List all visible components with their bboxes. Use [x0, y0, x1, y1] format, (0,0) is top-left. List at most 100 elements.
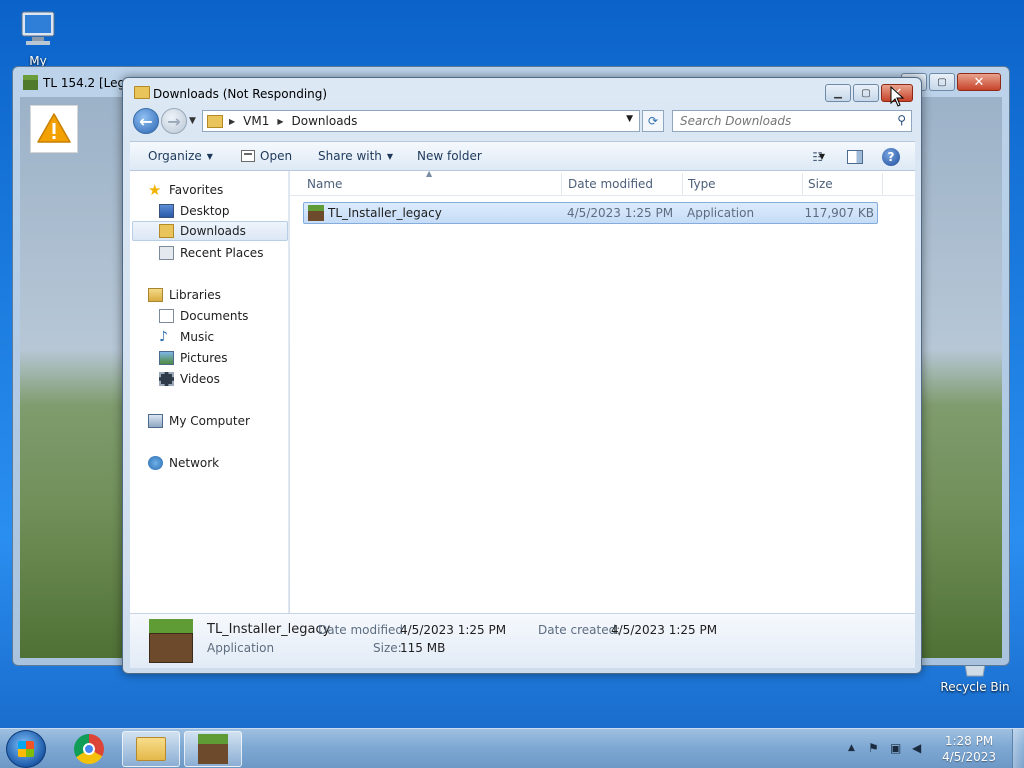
nav-recent-places[interactable]: Recent Places [159, 243, 263, 263]
file-date-modified: 4/5/2023 1:25 PM [567, 206, 674, 220]
title-bar[interactable]: Downloads (Not Responding) ▁ ▢ ✕ [123, 78, 921, 108]
action-center-icon[interactable]: ⚑ [868, 741, 879, 755]
details-file-name: TL_Installer_legacy [207, 622, 331, 637]
details-date-created: 4/5/2023 1:25 PM [611, 623, 718, 637]
nav-pictures[interactable]: Pictures [159, 348, 228, 368]
volume-muted-icon[interactable]: ◀ [912, 741, 921, 755]
show-hidden-icons-icon[interactable]: ▲ [848, 743, 855, 753]
minecraft-grass-icon [308, 205, 324, 221]
open-button[interactable]: Open [241, 149, 292, 163]
column-headers: ▲ Name Date modified Type Size [290, 169, 915, 196]
back-button[interactable]: ← [133, 108, 159, 134]
column-header-date-modified[interactable]: Date modified [568, 177, 653, 191]
minecraft-grass-icon [149, 619, 193, 663]
new-folder-label: New folder [417, 149, 482, 163]
column-divider[interactable] [561, 173, 562, 195]
nav-favorites[interactable]: ★ Favorites [148, 180, 223, 200]
system-tray: ▲ ⚑ ▣ ◀ 1:28 PM 4/5/2023 [834, 729, 1024, 768]
maximize-button[interactable]: ▢ [853, 84, 879, 102]
nav-videos[interactable]: Videos [159, 369, 220, 389]
desktop-icon [159, 204, 174, 218]
chevron-down-icon[interactable]: ▼ [819, 152, 825, 161]
share-with-button[interactable]: Share with ▼ [318, 149, 393, 163]
open-icon [241, 150, 255, 162]
nav-label: Documents [180, 309, 249, 323]
column-header-name[interactable]: Name [307, 177, 342, 191]
search-box[interactable]: ⚲ [672, 110, 912, 132]
desktop-icon-my-computer[interactable]: My Computer [0, 8, 76, 68]
nav-label: Recent Places [180, 246, 264, 260]
recent-places-icon [159, 246, 174, 260]
details-date-modified: 4/5/2023 1:25 PM [400, 623, 507, 637]
nav-label: Downloads [180, 224, 246, 238]
details-date-modified-label: Date modified: [318, 623, 408, 637]
minecraft-grass-icon [23, 75, 38, 90]
column-divider[interactable] [802, 173, 803, 195]
refresh-button[interactable]: ⟳ [642, 110, 664, 132]
address-bar[interactable]: ▶ VM1 ▶ Downloads ▼ [202, 110, 640, 132]
file-size: 117,907 KB [804, 206, 874, 220]
taskbar-app-tl[interactable] [184, 731, 242, 767]
downloads-folder-icon [159, 224, 174, 238]
details-size: 115 MB [400, 641, 446, 655]
chevron-down-icon: ▼ [386, 151, 394, 161]
organize-button[interactable]: Organize ▼ [148, 149, 213, 163]
new-folder-button[interactable]: New folder [417, 149, 482, 163]
clock-time: 1:28 PM [944, 734, 994, 748]
show-desktop-button[interactable] [1012, 729, 1024, 768]
close-button[interactable]: ✕ [957, 73, 1001, 91]
explorer-window[interactable]: Downloads (Not Responding) ▁ ▢ ✕ ← → ▼ ▶… [122, 77, 922, 674]
column-header-type[interactable]: Type [688, 177, 716, 191]
warning-icon [30, 105, 78, 153]
nav-libraries[interactable]: Libraries [148, 285, 221, 305]
nav-network[interactable]: Network [148, 453, 219, 473]
minecraft-grass-icon [198, 734, 228, 764]
libraries-icon [148, 288, 163, 302]
search-input[interactable] [673, 111, 883, 131]
start-button[interactable] [6, 730, 46, 768]
column-header-size[interactable]: Size [808, 177, 833, 191]
navigation-pane: ★ Favorites Desktop Downloads Recent Plac… [130, 171, 289, 613]
command-bar: Organize ▼ Open Share with ▼ New folder ☷ … [130, 141, 915, 171]
windows-logo-icon [18, 741, 34, 757]
nav-desktop[interactable]: Desktop [159, 201, 230, 221]
breadcrumb-vm1[interactable]: VM1 [243, 114, 269, 128]
recent-pages-dropdown[interactable]: ▼ [189, 116, 196, 126]
maximize-button[interactable]: ▢ [929, 73, 955, 91]
nav-label: Libraries [169, 288, 221, 302]
taskbar: ▲ ⚑ ▣ ◀ 1:28 PM 4/5/2023 [0, 728, 1024, 768]
details-date-created-label: Date created: [538, 623, 621, 637]
details-file-type: Application [207, 641, 275, 655]
chevron-right-icon[interactable]: ▶ [277, 117, 283, 126]
folder-icon [207, 114, 223, 128]
window-title: Downloads (Not Responding) [153, 87, 328, 101]
breadcrumb: ▶ VM1 ▶ Downloads [229, 114, 357, 128]
file-type: Application [687, 206, 755, 220]
nav-label: Pictures [180, 351, 228, 365]
column-divider[interactable] [682, 173, 683, 195]
nav-documents[interactable]: Documents [159, 306, 248, 326]
folder-icon [134, 86, 150, 99]
minimize-button[interactable]: ▁ [825, 84, 851, 102]
nav-my-computer[interactable]: My Computer [148, 411, 250, 431]
nav-music[interactable]: ♪ Music [159, 327, 214, 347]
breadcrumb-downloads[interactable]: Downloads [292, 114, 358, 128]
file-row[interactable]: TL_Installer_legacy 4/5/2023 1:25 PM App… [303, 202, 878, 224]
chevron-right-icon[interactable]: ▶ [229, 117, 235, 126]
column-divider[interactable] [882, 173, 883, 195]
chevron-down-icon[interactable]: ▼ [626, 114, 633, 124]
network-icon[interactable]: ▣ [890, 741, 901, 755]
organize-label: Organize [148, 149, 202, 163]
clock[interactable]: 1:28 PM 4/5/2023 [942, 733, 996, 765]
file-list: ▲ Name Date modified Type Size TL_Instal… [290, 169, 915, 613]
nav-downloads[interactable]: Downloads [132, 221, 288, 241]
documents-icon [159, 309, 174, 323]
taskbar-app-explorer[interactable] [122, 731, 180, 767]
taskbar-app-chrome[interactable] [60, 731, 118, 767]
address-row: ← → ▼ ▶ VM1 ▶ Downloads ▼ ⟳ ⚲ [131, 108, 915, 134]
forward-button[interactable]: → [161, 108, 187, 134]
preview-pane-icon[interactable] [847, 150, 863, 164]
search-icon[interactable]: ⚲ [897, 113, 906, 127]
help-icon[interactable]: ? [882, 148, 900, 166]
computer-icon [16, 8, 60, 52]
